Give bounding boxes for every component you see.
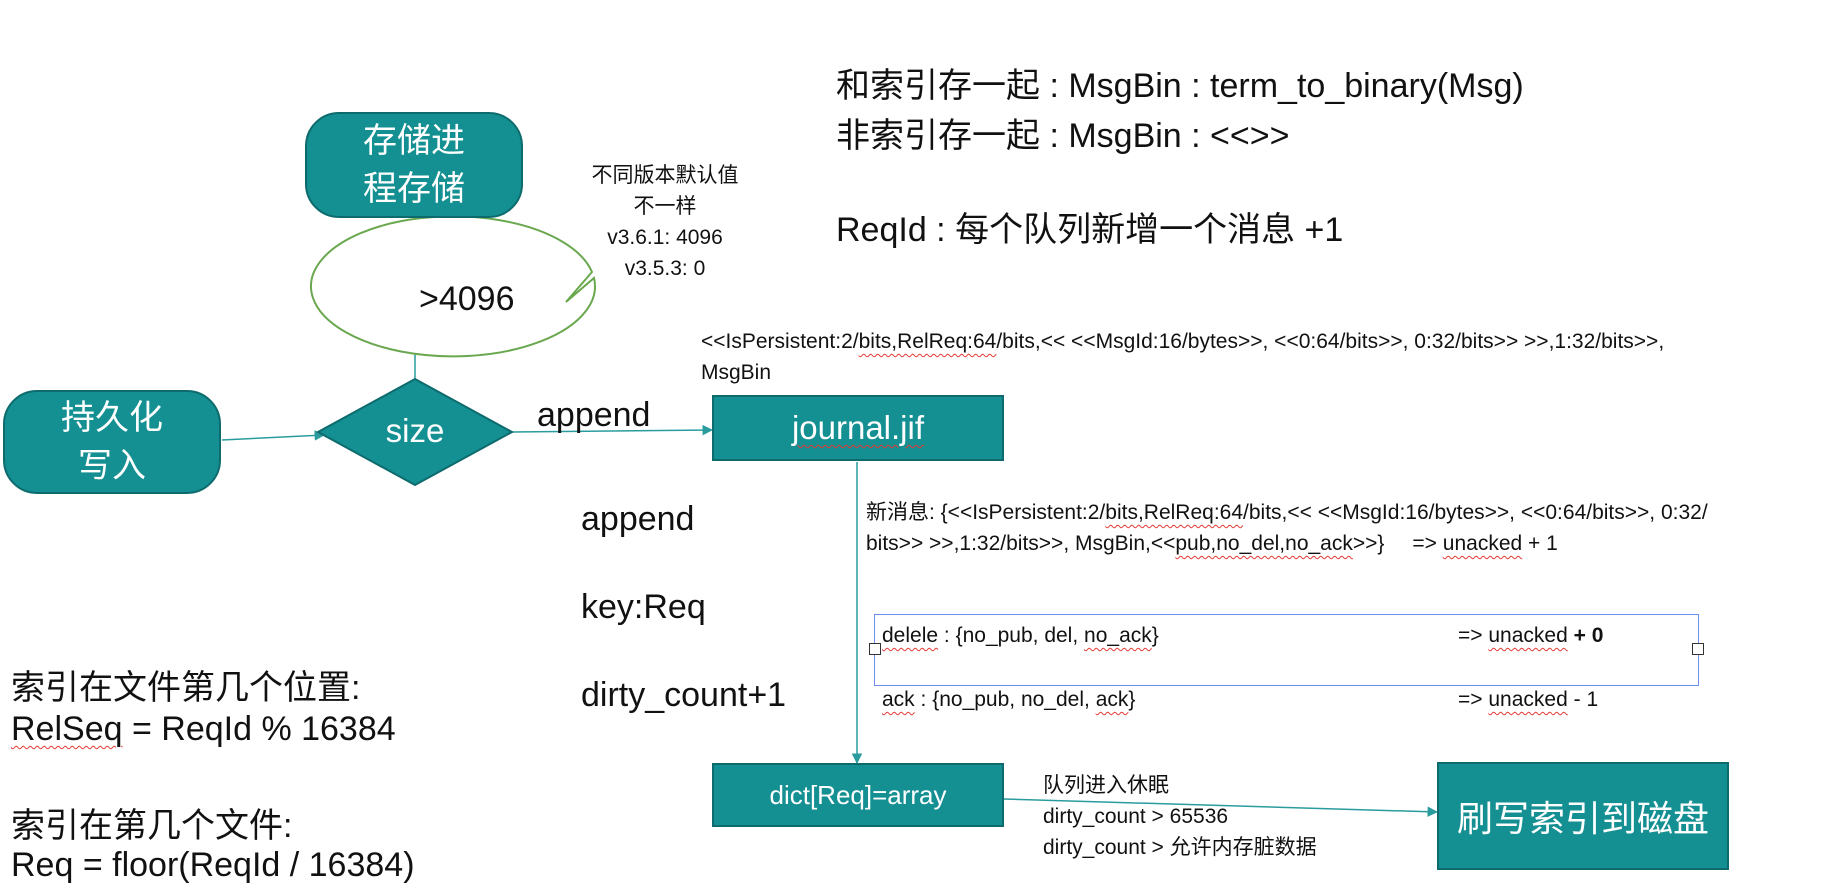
flush-index-node: 刷写索引到磁盘 bbox=[1437, 762, 1729, 870]
note-without-index: 非索引存一起 : MsgBin : <<>> bbox=[836, 117, 1290, 155]
callout-line2: 不一样 bbox=[633, 195, 697, 218]
append-side-label: append bbox=[581, 500, 695, 538]
ack-d: } bbox=[1128, 688, 1136, 711]
note-with-index: 和索引存一起 : MsgBin : term_to_binary(Msg) bbox=[836, 67, 1524, 105]
threshold-label: >4096 bbox=[419, 280, 515, 318]
storage-process-node: 存储进 程存储 bbox=[305, 112, 523, 218]
ack-a: ack bbox=[882, 688, 915, 711]
newmsg-d: bits>> >>,1:32/bits>>, MsgBin,<< bbox=[866, 532, 1176, 555]
ack-f: unacked bbox=[1488, 688, 1568, 711]
ack-row: ack : {no_pub, no_del, ack} bbox=[882, 684, 1135, 715]
callout-line4: v3.5.3: 0 bbox=[624, 257, 706, 280]
delele-c: no_ack bbox=[1084, 624, 1152, 647]
relseq-rest: = ReqId % 16384 bbox=[122, 710, 396, 748]
ack-e: => bbox=[1458, 688, 1489, 711]
ack-g: - 1 bbox=[1567, 688, 1599, 711]
size-node-label: size bbox=[385, 412, 445, 449]
dict-label: dict[Req]=array bbox=[769, 779, 947, 810]
storage-line2: 程存储 bbox=[363, 170, 465, 208]
newmsg-a: 新消息: {<<IsPersistent:2/ bbox=[866, 501, 1106, 524]
cond-line2: dirty_count > 65536 bbox=[1043, 805, 1229, 828]
fmt-prefix: <<IsPersistent:2/ bbox=[701, 330, 859, 353]
newmsg-g: => bbox=[1412, 532, 1443, 555]
resize-handle-left[interactable] bbox=[869, 643, 881, 655]
flush-conditions: 队列进入休眠 dirty_count > 65536 dirty_count >… bbox=[1043, 770, 1317, 863]
index-position-title: 索引在文件第几个位置: bbox=[11, 669, 361, 707]
arrow-persist-to-size bbox=[221, 430, 326, 441]
newmsg-c: /bits,<< <<MsgId:16/bytes>>, <<0:64/bits… bbox=[1243, 501, 1708, 524]
append-top-label: append bbox=[537, 396, 651, 434]
journal-node: journal.jif bbox=[712, 395, 1004, 461]
delele-b: : {no_pub, del, bbox=[938, 624, 1085, 647]
newmsg-b: bits,RelReq:64 bbox=[1105, 501, 1244, 524]
resize-handle-right[interactable] bbox=[1692, 643, 1704, 655]
fmt-s1: bits,RelReq:64 bbox=[858, 330, 997, 353]
index-position-formula: RelSeq = ReqId % 16384 bbox=[11, 710, 396, 749]
index-file-title: 索引在第几个文件: bbox=[11, 807, 293, 845]
journal-label: journal.jif bbox=[791, 409, 925, 446]
index-file-formula: Req = floor(ReqId / 16384) bbox=[11, 846, 415, 884]
persist-line1: 持久化 bbox=[61, 399, 163, 437]
newmsg-e: pub,no_del,no_ack bbox=[1175, 532, 1353, 555]
journal-format: <<IsPersistent:2/bits,RelReq:64/bits,<< … bbox=[701, 326, 1831, 388]
delele-f: unacked bbox=[1488, 624, 1568, 647]
delele-result: => unacked + 0 bbox=[1458, 620, 1603, 651]
newmsg-h: unacked bbox=[1442, 532, 1523, 555]
delele-a: delele bbox=[882, 624, 939, 647]
ack-result: => unacked - 1 bbox=[1458, 684, 1598, 715]
fmt-mid: /bits,<< <<MsgId:16/bytes>>, <<0:64/bits… bbox=[996, 330, 1665, 353]
dict-node: dict[Req]=array bbox=[712, 763, 1004, 827]
ack-c: ack bbox=[1095, 688, 1129, 711]
fmt-line2: MsgBin bbox=[701, 361, 772, 384]
newmsg-f: >>} bbox=[1352, 532, 1385, 555]
storage-line1: 存储进 bbox=[363, 122, 465, 160]
delele-row: delele : {no_pub, del, no_ack} bbox=[882, 620, 1159, 651]
delele-d: } bbox=[1151, 624, 1159, 647]
cond-line1: 队列进入休眠 bbox=[1043, 774, 1169, 797]
delele-e: => bbox=[1458, 624, 1489, 647]
flush-label: 刷写索引到磁盘 bbox=[1456, 798, 1709, 839]
callout-line1: 不同版本默认值 bbox=[591, 164, 739, 187]
persist-write-node: 持久化 写入 bbox=[3, 390, 221, 494]
newmsg-i: + 1 bbox=[1522, 532, 1558, 555]
dirty-count-label: dirty_count+1 bbox=[581, 676, 787, 714]
persist-line2: 写入 bbox=[78, 447, 146, 485]
delele-g: + 0 bbox=[1567, 624, 1604, 647]
cond-line3: dirty_count > 允许内存脏数据 bbox=[1043, 836, 1317, 859]
relseq-term: RelSeq bbox=[11, 710, 123, 748]
callout-text: 不同版本默认值 不一样 v3.6.1: 4096 v3.5.3: 0 bbox=[535, 160, 795, 284]
ack-b: : {no_pub, no_del, bbox=[914, 688, 1096, 711]
note-reqid: ReqId : 每个队列新增一个消息 +1 bbox=[836, 211, 1344, 249]
new-message-desc: 新消息: {<<IsPersistent:2/bits,RelReq:64/bi… bbox=[866, 497, 1841, 559]
callout-line3: v3.6.1: 4096 bbox=[607, 226, 723, 249]
key-req-label: key:Req bbox=[581, 588, 706, 626]
